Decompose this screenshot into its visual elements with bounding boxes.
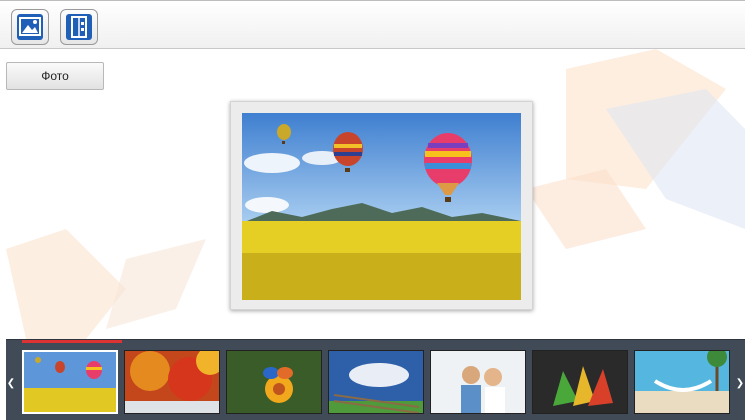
thumbnail-couple-on-beach[interactable] [430, 350, 526, 414]
thumbnail-autumn-trees[interactable] [124, 350, 220, 414]
book-mode-button[interactable] [60, 9, 98, 45]
photo-viewer [230, 101, 533, 310]
filmstrip: ❮ ❯ [6, 339, 745, 420]
main-photo[interactable] [242, 113, 521, 300]
chevron-left-icon[interactable]: ❮ [6, 376, 16, 390]
photo-mode-button[interactable] [11, 9, 49, 45]
book-icon [66, 14, 92, 40]
toolbar [0, 0, 745, 49]
thumbnail-beach-hammock[interactable] [634, 350, 730, 414]
thumbnail-colorful-leaves[interactable] [532, 350, 628, 414]
thumbnail-butterfly-on-flower[interactable] [226, 350, 322, 414]
thumbnail-fence-and-clouds[interactable] [328, 350, 424, 414]
photo-tab[interactable]: Фото [6, 62, 104, 90]
image-icon [17, 14, 43, 40]
thumbnail-hot-air-balloons[interactable] [22, 350, 118, 414]
filmstrip-progress [22, 340, 122, 343]
chevron-right-icon[interactable]: ❯ [735, 376, 745, 390]
